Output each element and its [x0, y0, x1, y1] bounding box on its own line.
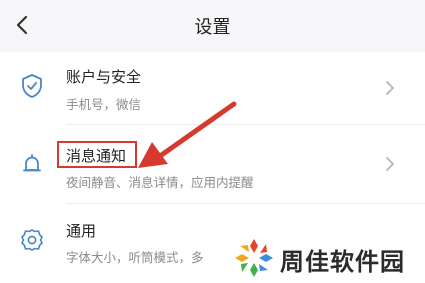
settings-item-title: 通用	[66, 222, 97, 240]
page-title: 设置	[194, 17, 231, 38]
settings-item-subtitle: 字体大小，听筒模式，多	[66, 250, 204, 265]
settings-item-subtitle: 夜间静音、消息详情，应用内提醒	[66, 175, 254, 190]
watermark-logo-icon	[235, 239, 273, 277]
gear-icon	[21, 229, 43, 251]
annotation-arrow-icon	[138, 101, 237, 168]
watermark-text: 周佳软件园	[280, 248, 405, 276]
top-bar: 设置	[0, 0, 425, 50]
settings-item-title: 账户与安全	[66, 68, 142, 86]
shield-check-icon	[22, 74, 42, 98]
watermark: 周佳软件园	[232, 234, 422, 280]
chevron-right-icon	[386, 81, 394, 95]
bell-icon	[23, 154, 41, 172]
chevron-right-icon	[386, 157, 394, 171]
highlight-box	[57, 141, 137, 168]
